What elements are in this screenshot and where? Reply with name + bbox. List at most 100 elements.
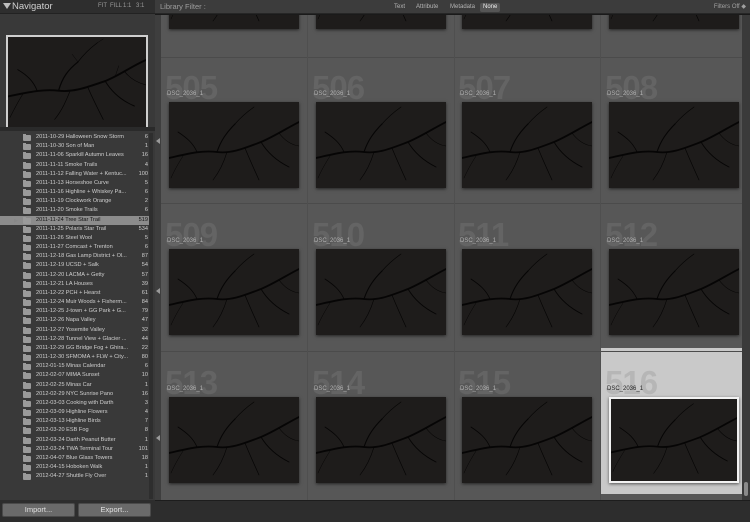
photo-thumbnail[interactable] (462, 397, 592, 483)
folder-row[interactable]: 2011-12-19 UCSD + Salk 54 (0, 261, 153, 270)
folder-row[interactable]: 2011-12-30 SFMOMA + FLW + City... 80 (0, 353, 153, 362)
folder-row[interactable]: 2011-11-16 Highline + Whiskey Pa... 6 (0, 188, 153, 197)
folder-row[interactable]: 2012-03-13 Highline Birds 7 (0, 417, 153, 426)
folder-row[interactable]: 2011-12-29 GG Bridge Fog + Ghira... 22 (0, 344, 153, 353)
filter-metadata-button[interactable]: Metadata (447, 3, 478, 12)
grid-cell[interactable]: 512 DSC_2036_1 (601, 200, 746, 346)
folder-row[interactable]: 2012-02-07 MIMA Sunset 10 (0, 371, 153, 380)
folder-row[interactable]: 2011-11-25 Polaris Star Trail 534 (0, 225, 153, 234)
folder-row[interactable]: 2011-10-30 Son of Man 1 (0, 142, 153, 151)
photo-thumbnail[interactable] (316, 249, 446, 335)
photo-thumbnail[interactable] (609, 15, 739, 29)
folder-row[interactable]: 2012-02-25 Minas Car 1 (0, 381, 153, 390)
folder-row[interactable]: 2011-11-19 Clockwork Orange 2 (0, 197, 153, 206)
folder-row[interactable]: 2012-02-29 NYC Sunrise Pano 16 (0, 390, 153, 399)
folder-icon (23, 134, 31, 141)
filter-attribute-button[interactable]: Attribute (413, 3, 441, 12)
folder-row[interactable]: 2012-03-24 Darth Peanut Butter 1 (0, 436, 153, 445)
folder-row[interactable]: 2011-12-18 Gas Lamp District + Ol... 87 (0, 252, 153, 261)
grid-cell[interactable]: 514 DSC_2036_1 (308, 348, 453, 494)
grid-cell[interactable]: 508 DSC_2036_1 (601, 53, 746, 199)
folder-row[interactable]: 2012-04-15 Hoboken Walk 1 (0, 463, 153, 472)
folder-name: 2011-11-12 Falling Water + Kentuc... (36, 170, 127, 177)
folder-row[interactable]: 2012-04-27 Shuttle Fly Over 1 (0, 472, 153, 481)
photo-thumbnail[interactable] (169, 102, 299, 188)
collapse-triangle-icon[interactable] (3, 3, 11, 9)
folder-icon (23, 436, 31, 444)
folder-name: 2011-11-26 Steel Wool (36, 234, 93, 241)
photo-thumbnail[interactable] (169, 249, 299, 335)
folder-row[interactable]: 2011-10-29 Halloween Snow Storm 6 (0, 133, 153, 142)
grid-cell[interactable]: 509 DSC_2036_1 (161, 200, 306, 346)
folder-row[interactable]: 2012-03-09 Highline Flowers 4 (0, 408, 153, 417)
folder-row[interactable]: 2012-01-15 Minas Calendar 6 (0, 362, 153, 371)
grid-cell[interactable]: 515 DSC_2036_1 (454, 348, 599, 494)
tree-silhouette (316, 253, 446, 328)
folder-row[interactable]: 2011-11-11 Smoke Trails 4 (0, 161, 153, 170)
photo-thumbnail[interactable] (462, 249, 592, 335)
grid-cell[interactable]: 507 DSC_2036_1 (454, 53, 599, 199)
grid-scrollbar[interactable] (742, 15, 750, 500)
cell-filename: DSC_2036_1 (460, 91, 497, 97)
grid-cell[interactable]: 511 DSC_2036_1 (454, 200, 599, 346)
photo-thumbnail[interactable] (609, 102, 739, 188)
navigator-header[interactable]: Navigator FIT FILL 1:1 3:1 (0, 0, 155, 14)
folder-count: 57 (141, 271, 148, 278)
photo-thumbnail[interactable] (316, 15, 446, 29)
folder-icon (23, 299, 31, 307)
folder-icon (23, 344, 31, 352)
zoom-1-1-button[interactable]: 1:1 (123, 3, 131, 9)
grid-scrollbar-thumb[interactable] (744, 482, 748, 496)
folder-row[interactable]: 2011-11-26 Steel Wool 5 (0, 234, 153, 243)
grid-cell[interactable]: 506 DSC_2036_1 (308, 53, 453, 199)
folder-row[interactable]: 2011-11-27 Comcast + Trenton 6 (0, 243, 153, 252)
expand-arrow-icon[interactable]: ▶ (14, 218, 18, 224)
filter-none-button[interactable]: None (480, 3, 501, 12)
folder-row[interactable]: 2011-12-24 Muir Woods + Fisherm... 84 (0, 298, 153, 307)
photo-thumbnail[interactable] (169, 397, 299, 483)
folder-row[interactable]: 2012-03-20 ESB Fog 8 (0, 426, 153, 435)
folder-name: 2012-03-13 Highline Birds (36, 418, 101, 425)
grid-cell[interactable]: 510 DSC_2036_1 (308, 200, 453, 346)
folder-row[interactable]: 2012-03-24 TWA Terminal Tour 101 (0, 445, 153, 454)
photo-thumbnail[interactable] (169, 15, 299, 29)
filters-off-dropdown[interactable]: Filters Off ◆ (714, 3, 746, 10)
zoom-fill-button[interactable]: FILL (110, 3, 122, 9)
folder-row[interactable]: 2011-12-25 J-town + GG Park + G... 79 (0, 307, 153, 316)
photo-thumbnail[interactable] (316, 102, 446, 188)
folders-scrollbar[interactable] (149, 133, 153, 499)
photo-thumbnail[interactable] (609, 249, 739, 335)
folder-row[interactable]: 2011-12-27 Yosemite Valley 32 (0, 326, 153, 335)
navigator-preview-image[interactable] (6, 35, 148, 131)
folder-row[interactable]: 2011-11-12 Falling Water + Kentuc... 100 (0, 170, 153, 179)
folder-row[interactable]: 2011-11-13 Horseshoe Curve 5 (0, 179, 153, 188)
photo-thumbnail[interactable] (609, 397, 739, 483)
lightroom-library: Navigator FIT FILL 1:1 3:1 2011-10-29 Ha… (0, 0, 750, 522)
grid-cell[interactable]: 505 DSC_2036_1 (161, 53, 306, 199)
folder-row[interactable]: 2011-11-20 Smoke Trails 6 (0, 206, 153, 215)
folder-name: 2011-12-26 Napa Valley (36, 317, 96, 324)
zoom-3-1-button[interactable]: 3:1 (136, 3, 144, 9)
folder-row[interactable]: 2012-03-03 Cooking with Darth 3 (0, 399, 153, 408)
export-button[interactable]: Export... (78, 503, 151, 517)
import-button[interactable]: Import... (2, 503, 75, 517)
photo-thumbnail[interactable] (462, 102, 592, 188)
grid-cell[interactable]: 516 DSC_2036_1 (601, 348, 746, 494)
folder-row[interactable]: 2012-04-07 Blue Glass Towers 18 (0, 454, 153, 463)
folder-row[interactable]: 2011-12-28 Tunnel View + Glacier ... 44 (0, 335, 153, 344)
navigator-preview-area (0, 15, 155, 131)
folder-row[interactable]: 2011-12-26 Napa Valley 47 (0, 316, 153, 325)
filter-text-button[interactable]: Text (391, 3, 408, 12)
photo-thumbnail[interactable] (316, 397, 446, 483)
folder-icon (23, 170, 31, 178)
folder-count: 44 (141, 335, 148, 342)
folder-row[interactable]: ▶ 2011-11-24 Tree Star Trail 519 (0, 215, 153, 225)
photo-thumbnail[interactable] (462, 15, 592, 29)
folder-row[interactable]: 2011-12-20 LACMA + Getty 57 (0, 271, 153, 280)
folder-row[interactable]: 2011-11-06 Sparkill Autumn Leaves 16 (0, 151, 153, 160)
folder-row[interactable]: 2011-12-21 LA Houses 39 (0, 280, 153, 289)
tree-silhouette (169, 106, 299, 181)
grid-cell[interactable]: 513 DSC_2036_1 (161, 348, 306, 494)
zoom-fit-button[interactable]: FIT (98, 3, 107, 9)
folder-row[interactable]: 2011-12-22 PCH + Hearst 61 (0, 289, 153, 298)
